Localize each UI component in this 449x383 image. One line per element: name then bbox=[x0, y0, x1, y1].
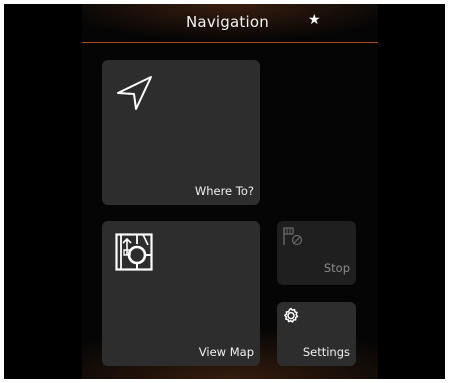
page-title: Navigation bbox=[186, 13, 269, 31]
star-icon[interactable]: ★ bbox=[308, 12, 321, 28]
settings-label: Settings bbox=[302, 345, 350, 359]
navigation-screen: Navigation ★ Where To? View Map Stop Set… bbox=[82, 4, 378, 379]
where-to-label: Where To? bbox=[194, 184, 254, 198]
stop-flag-icon bbox=[283, 227, 303, 246]
stop-label: Stop bbox=[323, 261, 350, 275]
map-roundabout-icon bbox=[115, 233, 153, 271]
title-bar: Navigation ★ bbox=[82, 4, 378, 43]
gear-icon bbox=[284, 307, 299, 323]
where-to-button[interactable]: Where To? bbox=[102, 60, 260, 205]
view-map-button[interactable]: View Map bbox=[102, 221, 260, 366]
device-frame: Navigation ★ Where To? View Map Stop Set… bbox=[4, 4, 445, 379]
view-map-label: View Map bbox=[198, 345, 254, 359]
arrow-cursor-icon bbox=[117, 76, 152, 110]
settings-button[interactable]: Settings bbox=[277, 302, 356, 366]
stop-button[interactable]: Stop bbox=[277, 221, 356, 285]
